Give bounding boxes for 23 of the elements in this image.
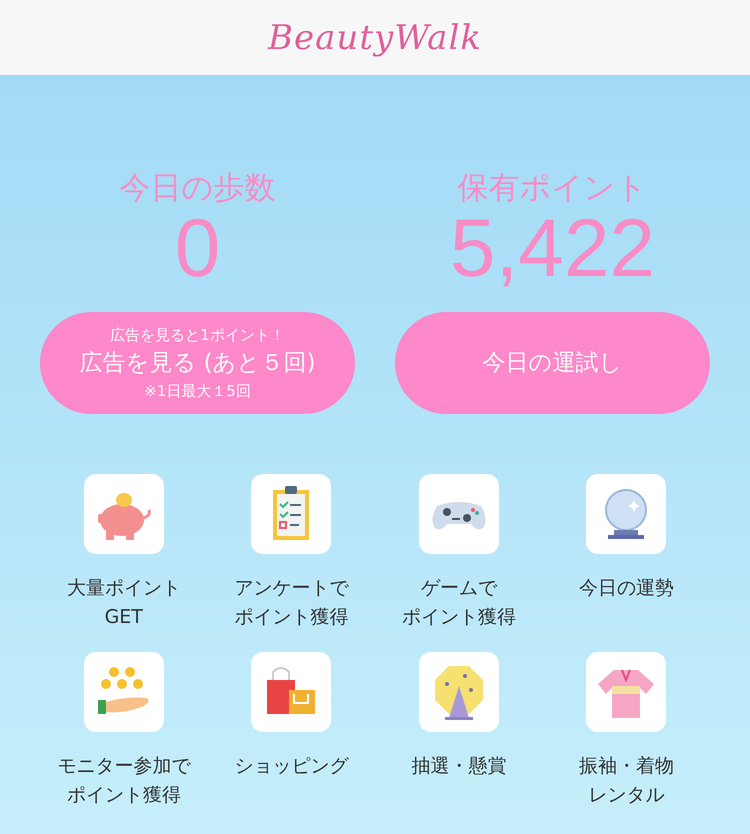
menu-tile[interactable] <box>418 474 499 554</box>
fortune-button[interactable]: 今日の運試し <box>395 312 710 414</box>
menu-label: ショッピング <box>234 754 348 779</box>
menu-tile[interactable] <box>418 652 499 732</box>
menu-tile[interactable] <box>84 474 164 554</box>
menu-tile[interactable] <box>586 474 666 554</box>
menu-label: 抽選・懸賞 <box>411 754 506 779</box>
menu-tile[interactable] <box>586 652 666 732</box>
menu-label: アンケートで ポイント獲得 <box>234 576 348 630</box>
menu-tile[interactable] <box>251 652 332 732</box>
menu-tile[interactable] <box>84 652 164 732</box>
app-logo: BeautyWalk <box>268 18 482 58</box>
stat-label: 保有ポイント <box>458 169 648 208</box>
stat-label: 今日の歩数 <box>120 169 276 208</box>
stat-value: 0 <box>174 208 220 290</box>
menu-label: ゲームで ポイント獲得 <box>402 576 516 630</box>
menu-label: モニター参加で ポイント獲得 <box>57 754 190 808</box>
menu-label: 今日の運勢 <box>578 576 674 601</box>
watch-ad-button[interactable]: 広告を見ると1ポイント！ 広告を見る (あと５回) ※1日最大１5回 <box>40 312 355 414</box>
menu-label: 大量ポイント GET <box>66 576 181 630</box>
stat-value: 5,422 <box>450 208 656 290</box>
menu-tile[interactable] <box>251 474 332 554</box>
menu-label: 振袖・着物 レンタル <box>578 754 674 808</box>
